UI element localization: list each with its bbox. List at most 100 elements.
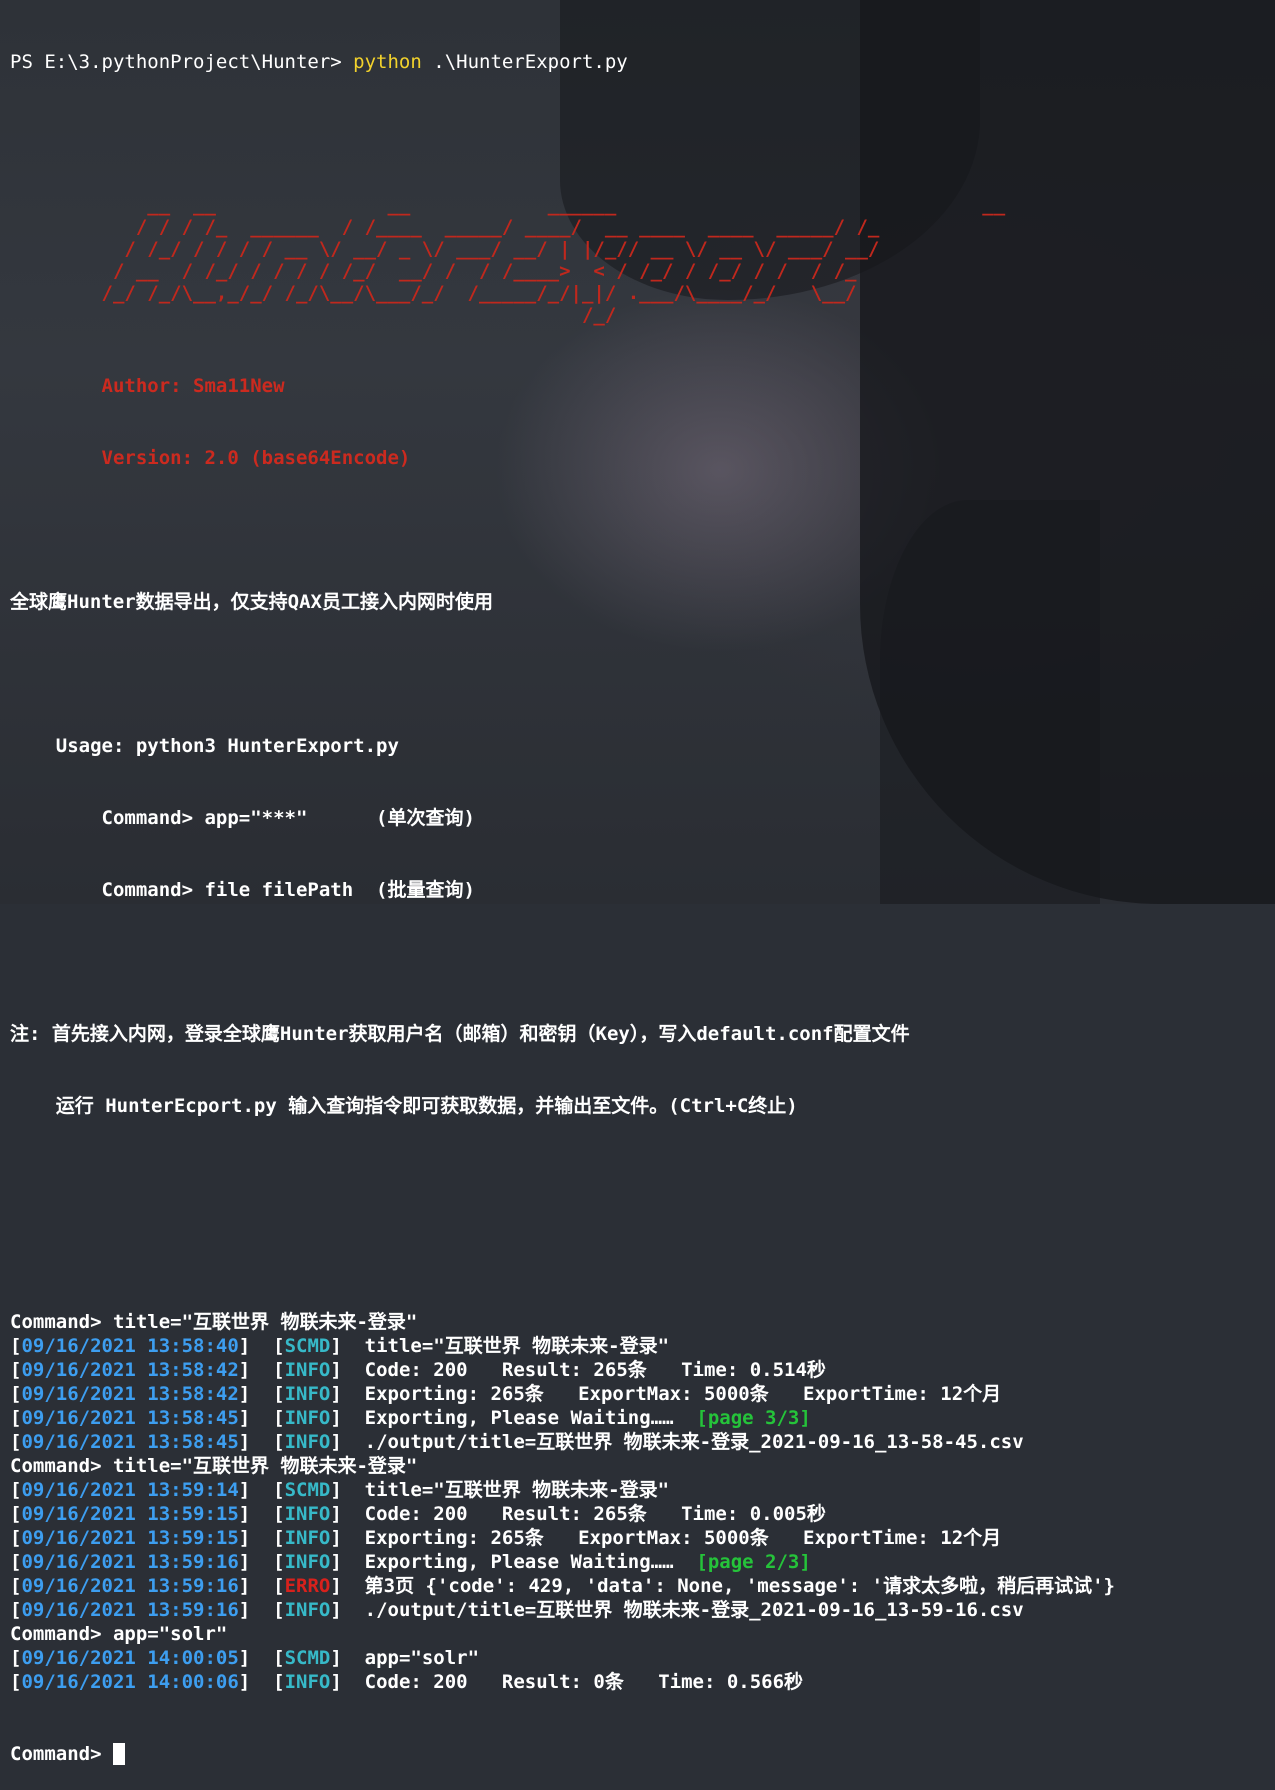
log-message: Exporting: 265条 ExportMax: 5000条 ExportT… (364, 1383, 1002, 1405)
ascii-banner-line: /_/ (10, 304, 891, 326)
log-timestamp: 09/16/2021 13:58:42 (21, 1359, 239, 1381)
ps-prompt: PS E:\3.pythonProject\Hunter> (10, 51, 354, 73)
log-level-badge: SCMD (284, 1647, 331, 1669)
bracket-close: ] (330, 1431, 365, 1453)
log-timestamp: 09/16/2021 13:58:42 (21, 1383, 239, 1405)
log-line: [09/16/2021 13:59:16] [INFO] ./output/ti… (10, 1598, 1275, 1622)
command-input-line: Command> app="solr" (10, 1623, 228, 1645)
version-line: Version: 2.0 (base64Encode) (10, 447, 411, 469)
log-message: Exporting, Please Waiting…… (364, 1407, 697, 1429)
log-line: [09/16/2021 13:58:42] [INFO] Code: 200 R… (10, 1358, 1275, 1382)
ascii-banner-line: / /_/ / / / / __ \/ __/ _ \/ ___/ __/ | … (10, 238, 880, 260)
bracket-close: ] (330, 1575, 365, 1597)
log-level-badge: INFO (284, 1551, 331, 1573)
terminal-output[interactable]: PS E:\3.pythonProject\Hunter> python .\H… (10, 2, 1275, 1790)
log-level-badge: SCMD (284, 1335, 331, 1357)
bracket-open: [ (10, 1647, 22, 1669)
ascii-banner: __ __ __ ______ __ / / / /_ ______ / /__… (10, 194, 1275, 326)
bracket-close: ] (330, 1671, 365, 1693)
python-command: python (353, 51, 422, 73)
page-progress: [page 3/3] (696, 1407, 811, 1429)
usage-command-batch: Command> file filePath (批量查询) (10, 879, 475, 901)
log-line: [09/16/2021 14:00:06] [INFO] Code: 200 R… (10, 1670, 1275, 1694)
log-line: [09/16/2021 13:58:40] [SCMD] title="互联世界… (10, 1334, 1275, 1358)
bracket-open: [ (10, 1335, 22, 1357)
bracket-close: ] [ (238, 1599, 285, 1621)
ascii-banner-line: / __ / /_/ / / / / /_/ __/ / / /____> < … (10, 260, 880, 282)
command-prompt: Command> (10, 1743, 113, 1765)
bracket-close: ] [ (238, 1575, 285, 1597)
session-log: Command> title="互联世界 物联未来-登录" [09/16/2021… (10, 1310, 1275, 1694)
bracket-close: ] [ (238, 1383, 285, 1405)
author-line: Author: Sma11New (10, 375, 285, 397)
script-argument: .\HunterExport.py (421, 51, 628, 73)
log-level-badge: INFO (284, 1359, 331, 1381)
bracket-open: [ (10, 1359, 22, 1381)
log-line: [09/16/2021 13:59:16] [ERRO] 第3页 {'code'… (10, 1574, 1275, 1598)
bracket-close: ] [ (238, 1551, 285, 1573)
ascii-banner-line: /_/ /_/\__,_/_/ /_/\__/\___/_/ /_____/_/… (10, 282, 880, 304)
log-timestamp: 09/16/2021 13:59:14 (21, 1479, 239, 1501)
note-line-1: 注: 首先接入内网，登录全球鹰Hunter获取用户名（邮箱）和密钥（Key），写… (10, 1023, 910, 1045)
bracket-close: ] [ (238, 1431, 285, 1453)
log-message: title="互联世界 物联未来-登录" (364, 1479, 670, 1501)
bracket-close: ] (330, 1407, 365, 1429)
bracket-open: [ (10, 1503, 22, 1525)
log-timestamp: 09/16/2021 13:59:16 (21, 1575, 239, 1597)
bracket-close: ] [ (238, 1527, 285, 1549)
log-level-badge: INFO (284, 1671, 331, 1693)
log-level-badge: INFO (284, 1383, 331, 1405)
bracket-open: [ (10, 1383, 22, 1405)
log-line: [09/16/2021 13:59:15] [INFO] Exporting: … (10, 1526, 1275, 1550)
ascii-banner-line: / / / /_ ______ / /____ _____/ ____/ __ … (10, 216, 880, 238)
note-line-2: 运行 HunterEcport.py 输入查询指令即可获取数据，并输出至文件。(… (10, 1095, 798, 1117)
log-message: ./output/title=互联世界 物联未来-登录_2021-09-16_1… (364, 1431, 1024, 1453)
log-level-badge: INFO (284, 1407, 331, 1429)
log-level-badge: ERRO (284, 1575, 331, 1597)
log-timestamp: 09/16/2021 13:59:15 (21, 1503, 239, 1525)
bracket-open: [ (10, 1527, 22, 1549)
log-message: app="solr" (364, 1647, 480, 1669)
bracket-close: ] (330, 1647, 365, 1669)
usage-command-single: Command> app="***" (单次查询) (10, 807, 475, 829)
log-message: Exporting: 265条 ExportMax: 5000条 ExportT… (364, 1527, 1002, 1549)
command-input-line: Command> title="互联世界 物联未来-登录" (10, 1311, 418, 1333)
log-timestamp: 09/16/2021 14:00:05 (21, 1647, 239, 1669)
log-level-badge: INFO (284, 1599, 331, 1621)
log-timestamp: 09/16/2021 13:58:45 (21, 1407, 239, 1429)
log-line: [09/16/2021 13:58:45] [INFO] Exporting, … (10, 1406, 1275, 1430)
bracket-close: ] [ (238, 1671, 285, 1693)
bracket-open: [ (10, 1575, 22, 1597)
log-level-badge: INFO (284, 1431, 331, 1453)
bracket-close: ] [ (238, 1503, 285, 1525)
bracket-open: [ (10, 1599, 22, 1621)
log-message: ./output/title=互联世界 物联未来-登录_2021-09-16_1… (364, 1599, 1024, 1621)
bracket-close: ] [ (238, 1359, 285, 1381)
bracket-close: ] [ (238, 1647, 285, 1669)
command-prompt-line[interactable]: Command> (10, 1742, 1275, 1766)
usage-line: Usage: python3 HunterExport.py (10, 735, 399, 757)
bracket-close: ] [ (238, 1335, 285, 1357)
bracket-close: ] (330, 1479, 365, 1501)
command-input-line: Command> title="互联世界 物联未来-登录" (10, 1455, 418, 1477)
log-line: [09/16/2021 13:58:45] [INFO] ./output/ti… (10, 1430, 1275, 1454)
log-timestamp: 09/16/2021 13:59:15 (21, 1527, 239, 1549)
log-level-badge: INFO (284, 1503, 331, 1525)
bracket-close: ] (330, 1359, 365, 1381)
log-timestamp: 09/16/2021 13:59:16 (21, 1599, 239, 1621)
bracket-open: [ (10, 1671, 22, 1693)
ps-prompt-line: PS E:\3.pythonProject\Hunter> python .\H… (10, 50, 1275, 74)
log-timestamp: 09/16/2021 13:59:16 (21, 1551, 239, 1573)
log-level-badge: SCMD (284, 1479, 331, 1501)
log-line: [09/16/2021 14:00:05] [SCMD] app="solr" (10, 1646, 1275, 1670)
intro-description: 全球鹰Hunter数据导出，仅支持QAX员工接入内网时使用 (10, 591, 493, 613)
log-timestamp: 09/16/2021 13:58:45 (21, 1431, 239, 1453)
bracket-open: [ (10, 1551, 22, 1573)
text-cursor[interactable] (112, 1743, 125, 1765)
bracket-close: ] (330, 1599, 365, 1621)
bracket-open: [ (10, 1479, 22, 1501)
log-line: [09/16/2021 13:59:16] [INFO] Exporting, … (10, 1550, 1275, 1574)
